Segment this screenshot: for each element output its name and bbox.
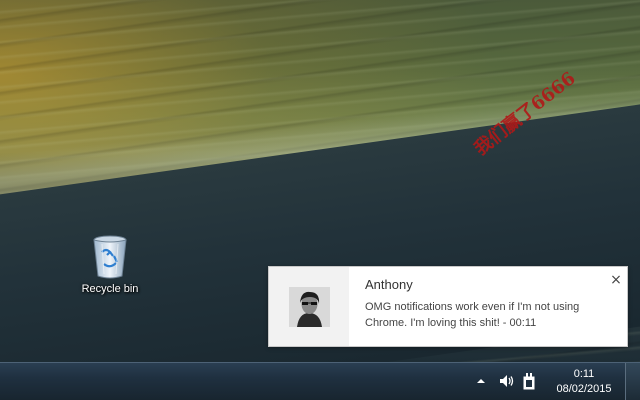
avatar-photo — [289, 287, 330, 327]
desktop-icon-recycle-bin[interactable]: Recycle bin — [74, 234, 146, 295]
recycle-bin-icon — [93, 235, 127, 279]
avatar — [289, 287, 330, 327]
notification-title: Anthony — [365, 277, 413, 292]
clock-date: 08/02/2015 — [556, 383, 612, 395]
show-desktop-button[interactable] — [625, 363, 640, 400]
notification-message: OMG notifications work even if I'm not u… — [365, 301, 580, 329]
close-icon: × — [610, 272, 622, 288]
close-button[interactable]: × — [609, 273, 623, 287]
taskbar: 0:11 08/02/2015 — [0, 362, 640, 400]
clock-time: 0:11 — [573, 368, 595, 380]
desktop-icon-label: Recycle bin — [81, 283, 139, 295]
chrome-notification[interactable]: Anthony OMG notifications work even if I… — [268, 266, 628, 347]
notification-icon-area — [269, 267, 349, 346]
system-clock[interactable]: 0:11 08/02/2015 — [548, 367, 620, 397]
speaker-icon[interactable] — [498, 373, 514, 389]
power-plug-icon[interactable] — [521, 372, 537, 390]
chevron-up-icon[interactable] — [476, 376, 486, 386]
